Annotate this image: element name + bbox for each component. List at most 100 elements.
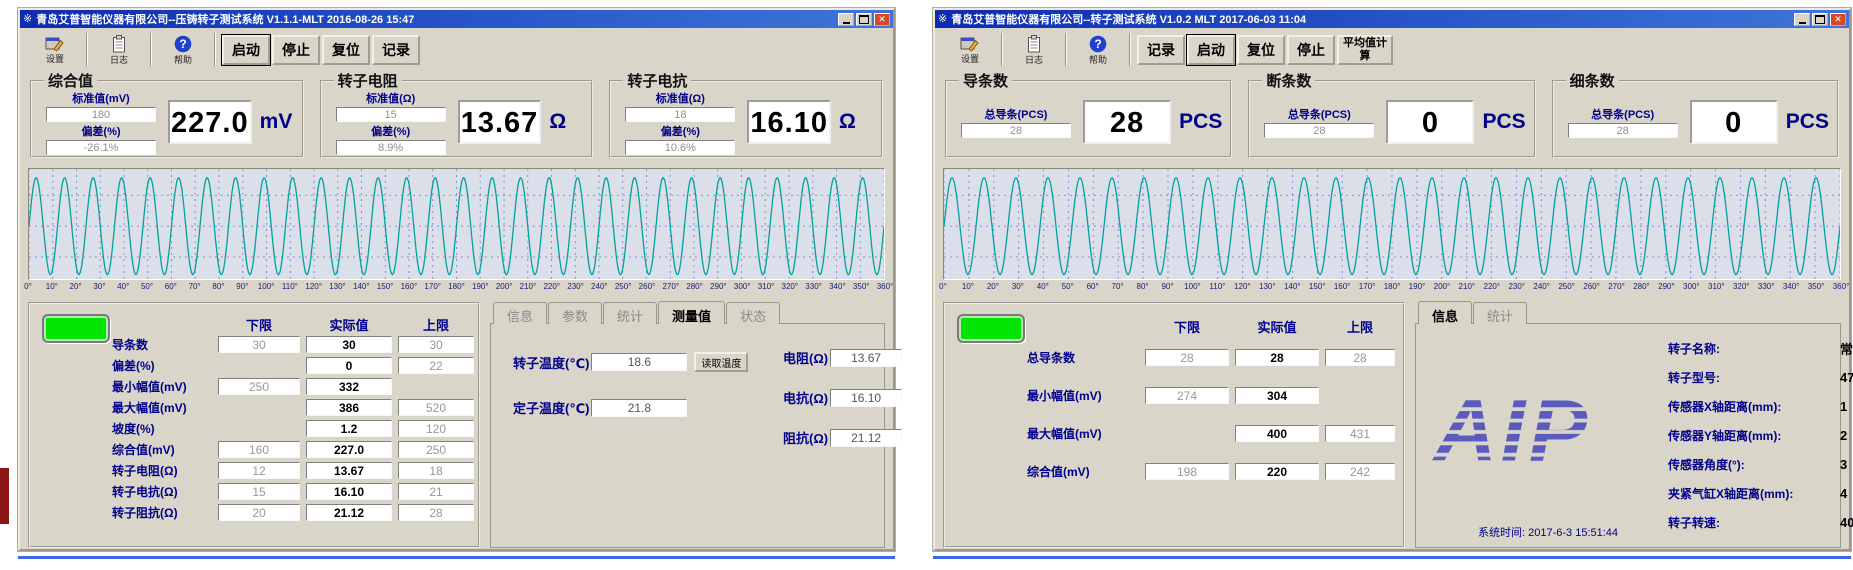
help-button[interactable]: ? 帮助 (154, 32, 212, 67)
stator-temp-value: 21.8 (591, 399, 687, 417)
stop-button[interactable]: 停止 (272, 35, 320, 65)
table-row: 最小幅值(mV)250332 (112, 376, 474, 397)
settings-button[interactable]: 设置 (26, 32, 84, 67)
standard-value-field[interactable]: 18 (625, 107, 735, 122)
settings-button[interactable]: 设置 (941, 32, 999, 67)
lower-limit-field[interactable]: 30 (218, 336, 300, 353)
help-button[interactable]: ? 帮助 (1069, 32, 1127, 67)
lower-limit-field[interactable]: 12 (218, 462, 300, 479)
stator-temp-label: 定子温度(℃) (513, 398, 589, 417)
toolbar-text-buttons: 启动停止复位记录 (222, 35, 420, 65)
log-button[interactable]: 日志 (90, 32, 148, 67)
minimize-button[interactable] (1794, 13, 1810, 26)
lower-limit-field[interactable]: 274 (1145, 387, 1229, 404)
info-value: 4707 (1840, 370, 1853, 385)
axis-tick-label: 40° (117, 282, 129, 291)
lower-limit-field[interactable]: 20 (218, 504, 300, 521)
upper-limit-field[interactable]: 21 (398, 483, 474, 500)
close-button[interactable] (1830, 13, 1846, 26)
measure-tab-content: 转子温度(℃) 18.6 读取温度 定子温度(℃) 21.8 电阻(Ω) 13.… (490, 323, 885, 548)
table-row: 导条数303030 (112, 334, 474, 355)
upper-limit-field[interactable]: 28 (398, 504, 474, 521)
lower-limit-field[interactable]: 28 (1145, 349, 1229, 366)
info-label: 传感器X轴距离(mm): (1668, 398, 1840, 415)
measurement-panels: 综合值 标准值(mV) 180 偏差(%) -26.1% 227.0 mV 转子… (30, 70, 883, 158)
info-value: 1 (1840, 399, 1847, 414)
table-header-row: 下限实际值上限 (112, 314, 474, 334)
help-icon: ? (174, 35, 192, 55)
deviation-field: 10.6% (625, 140, 735, 155)
log-button[interactable]: 日志 (1005, 32, 1063, 67)
lower-limit-field[interactable]: 198 (1145, 463, 1229, 480)
info-value: 4 (1840, 486, 1847, 501)
start-button[interactable]: 启动 (1187, 35, 1235, 65)
total-bars-field[interactable]: 28 (1568, 123, 1678, 138)
tab-strip: 信息参数统计测量值状态 (490, 302, 885, 324)
toolbar-text-buttons: 记录启动复位停止平均值计算 (1137, 35, 1393, 65)
upper-limit-field[interactable]: 30 (398, 336, 474, 353)
record-button[interactable]: 记录 (372, 35, 420, 65)
help-icon: ? (1089, 35, 1107, 55)
axis-tick-label: 250° (1558, 282, 1575, 291)
upper-limit-field[interactable]: 520 (398, 399, 474, 416)
lower-limit-field[interactable]: 250 (218, 378, 300, 395)
start-button[interactable]: 启动 (222, 35, 270, 65)
standard-value-field[interactable]: 180 (46, 107, 156, 122)
lower-limit-field[interactable]: 160 (218, 441, 300, 458)
stop-button[interactable]: 停止 (1287, 35, 1335, 65)
axis-tick-label: 110° (1209, 282, 1225, 291)
right-window: ※ 青岛艾普智能仪器有限公司--转子测试系统 V1.0.2 MLT 2017-0… (933, 8, 1851, 551)
panel-rotor-reactance: 转子电抗 标准值(Ω) 18 偏差(%) 10.6% 16.10 Ω (609, 70, 883, 158)
axis-tick-label: 360° (1833, 282, 1850, 291)
upper-limit-field[interactable]: 28 (1325, 349, 1395, 366)
minimize-button[interactable] (838, 13, 854, 26)
maximize-button[interactable] (1812, 13, 1828, 26)
axis-tick-label: 60° (165, 282, 177, 291)
read-temp-button[interactable]: 读取温度 (694, 352, 748, 372)
column-header: 上限 (398, 315, 474, 334)
info-value: 400 (1840, 515, 1853, 530)
tab-measure[interactable]: 测量值 (658, 301, 725, 324)
results-panel: 下限实际值上限导条数303030偏差(%)022最小幅值(mV)250332最大… (28, 302, 480, 548)
record-button[interactable]: 记录 (1137, 35, 1185, 65)
axis-tick-label: 220° (1483, 282, 1500, 291)
status-light (957, 314, 1025, 343)
tab-info[interactable]: 信息 (1418, 301, 1472, 324)
lower-limit-field[interactable]: 15 (218, 483, 300, 500)
waveform-plot-area (943, 168, 1841, 280)
titlebar[interactable]: ※ 青岛艾普智能仪器有限公司--压铸转子测试系统 V1.1.1-MLT 2016… (20, 10, 893, 28)
axis-tick-label: 360° (877, 282, 894, 291)
waveform-chart: 0°10°20°30°40°50°60°70°80°90°100°110°120… (943, 168, 1841, 294)
deviation-label: 偏差(%) (81, 123, 120, 139)
upper-limit-field[interactable]: 22 (398, 357, 474, 374)
standard-value-label: 标准值(Ω) (366, 90, 415, 106)
average-calc-button[interactable]: 平均值计算 (1337, 35, 1393, 65)
titlebar[interactable]: ※ 青岛艾普智能仪器有限公司--转子测试系统 V1.0.2 MLT 2017-0… (935, 10, 1849, 28)
total-bars-label: 总导条(PCS) (985, 106, 1048, 122)
upper-limit-field[interactable]: 242 (1325, 463, 1395, 480)
total-bars-field[interactable]: 28 (1264, 123, 1374, 138)
upper-limit-field[interactable]: 18 (398, 462, 474, 479)
axis-tick-label: 190° (1409, 282, 1426, 291)
settings-icon (45, 35, 65, 54)
upper-limit-field[interactable]: 250 (398, 441, 474, 458)
upper-limit-field[interactable]: 120 (398, 420, 474, 437)
actual-value-field: 386 (306, 399, 392, 416)
tab-info[interactable]: 信息 (493, 302, 547, 324)
close-button[interactable] (874, 13, 890, 26)
upper-limit-field[interactable]: 431 (1325, 425, 1395, 442)
standard-value-field[interactable]: 15 (336, 107, 446, 122)
maximize-button[interactable] (856, 13, 872, 26)
table-row: 转子电抗(Ω)1516.1021 (112, 481, 474, 502)
reset-button[interactable]: 复位 (322, 35, 370, 65)
tab-params[interactable]: 参数 (548, 302, 602, 324)
tab-status[interactable]: 状态 (726, 302, 780, 324)
deviation-label: 偏差(%) (371, 123, 410, 139)
info-label: 传感器Y轴距离(mm): (1668, 427, 1840, 444)
reset-button[interactable]: 复位 (1237, 35, 1285, 65)
tab-stats[interactable]: 统计 (1473, 302, 1527, 324)
total-bars-field[interactable]: 28 (961, 123, 1071, 138)
table-row: 坡度(%)1.2120 (112, 418, 474, 439)
axis-tick-label: 140° (353, 282, 370, 291)
tab-stats[interactable]: 统计 (603, 302, 657, 324)
